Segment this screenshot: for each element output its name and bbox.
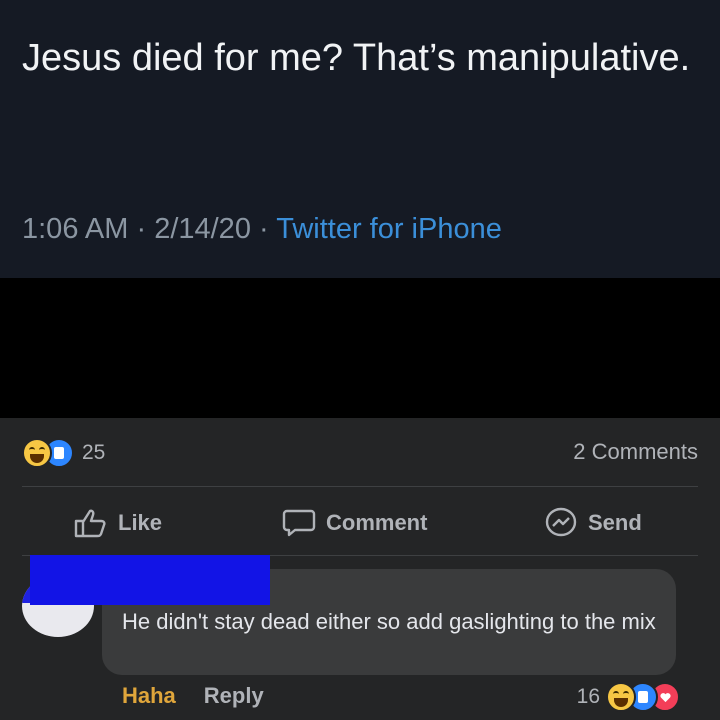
tweet-time: 1:06 AM <box>22 213 129 245</box>
haha-icon <box>22 438 52 468</box>
comment-reaction-count: 16 <box>576 685 600 708</box>
tweet-card: Jesus died for me? That’s manipulative. … <box>0 0 720 278</box>
tweet-meta: 1:06 AM · 2/14/20 · Twitter for iPhone <box>22 213 502 246</box>
comment-button[interactable]: Comment <box>282 500 427 546</box>
tweet-date: 2/14/20 <box>154 213 251 245</box>
tweet-source-link[interactable]: Twitter for iPhone <box>276 213 502 245</box>
haha-icon <box>606 682 636 712</box>
post-reactions-summary[interactable]: 25 <box>22 437 105 469</box>
redacted-commenter-name <box>30 555 270 605</box>
post-actions-bar: Like Comment Send <box>0 500 720 546</box>
comment-text: He didn't stay dead either so add gaslig… <box>122 609 656 634</box>
meta-separator: · <box>250 213 277 245</box>
comment-actions: Haha Reply <box>122 683 264 709</box>
send-label: Send <box>588 510 642 535</box>
haha-reaction-link[interactable]: Haha <box>122 683 176 709</box>
comment-reactions-summary[interactable]: 16 <box>577 682 680 712</box>
comment-bubble-icon <box>282 509 316 537</box>
thumbs-up-icon <box>74 509 106 538</box>
comment-label: Comment <box>326 510 428 535</box>
tweet-text: Jesus died for me? That’s manipulative. <box>22 37 691 79</box>
reaction-count: 25 <box>82 441 106 464</box>
reply-link[interactable]: Reply <box>204 683 264 709</box>
divider <box>22 486 698 487</box>
messenger-icon <box>545 507 577 537</box>
send-button[interactable]: Send <box>544 500 642 546</box>
like-label: Like <box>118 510 163 535</box>
comments-count-link[interactable]: 2 Comments <box>573 439 698 465</box>
like-button[interactable]: Like <box>74 500 162 546</box>
meta-separator: · <box>128 213 155 245</box>
